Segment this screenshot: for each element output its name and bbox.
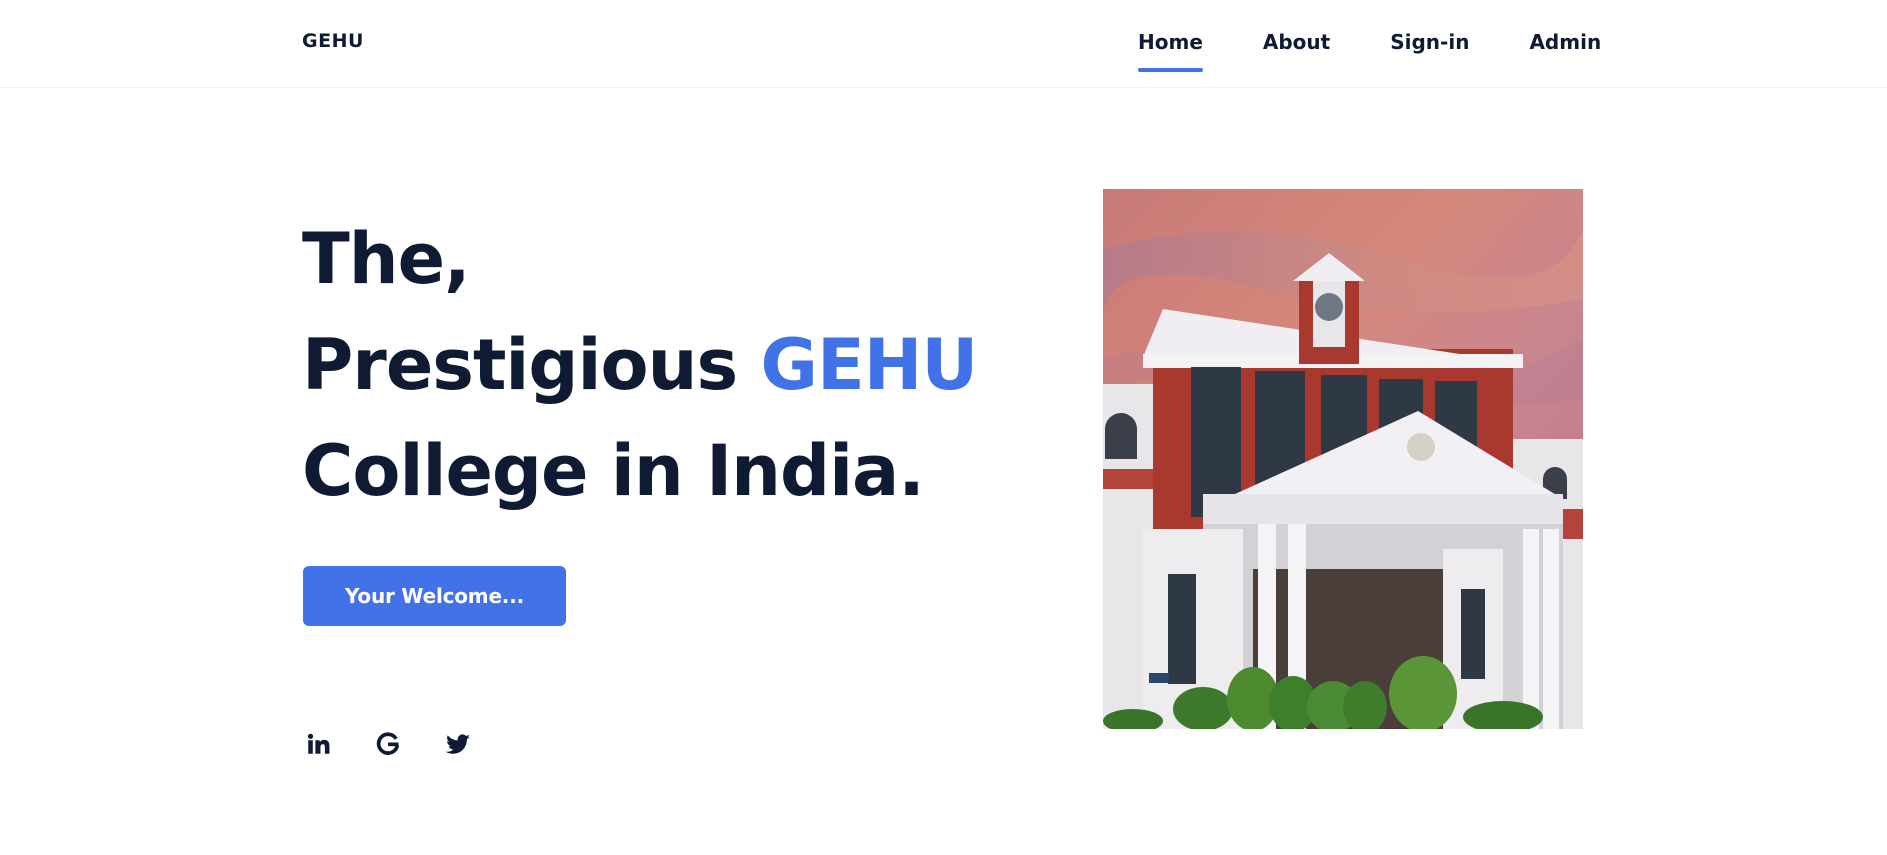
google-icon[interactable] [374,730,401,757]
site-logo[interactable]: GEHU [302,30,364,52]
main-nav: Home About Sign-in Admin [1138,28,1601,72]
social-links [304,730,471,757]
nav-home[interactable]: Home [1138,28,1203,72]
hero-line-1: The, [302,218,471,300]
hero-title: The, Prestigious GEHU College in India. [302,206,978,524]
nav-admin[interactable]: Admin [1529,28,1601,56]
nav-about[interactable]: About [1263,28,1330,56]
hero-line-2: Prestigious GEHU [302,312,978,418]
college-building-image [1103,189,1583,729]
hero-line-2-prefix: Prestigious [302,324,761,406]
nav-sign-in[interactable]: Sign-in [1390,28,1469,56]
twitter-icon[interactable] [444,730,471,757]
site-header: GEHU Home About Sign-in Admin [0,0,1887,88]
linkedin-icon[interactable] [304,730,331,757]
hero-line-3: College in India. [302,430,925,512]
hero-brand-accent: GEHU [760,324,978,406]
welcome-button[interactable]: Your Welcome... [303,566,566,626]
